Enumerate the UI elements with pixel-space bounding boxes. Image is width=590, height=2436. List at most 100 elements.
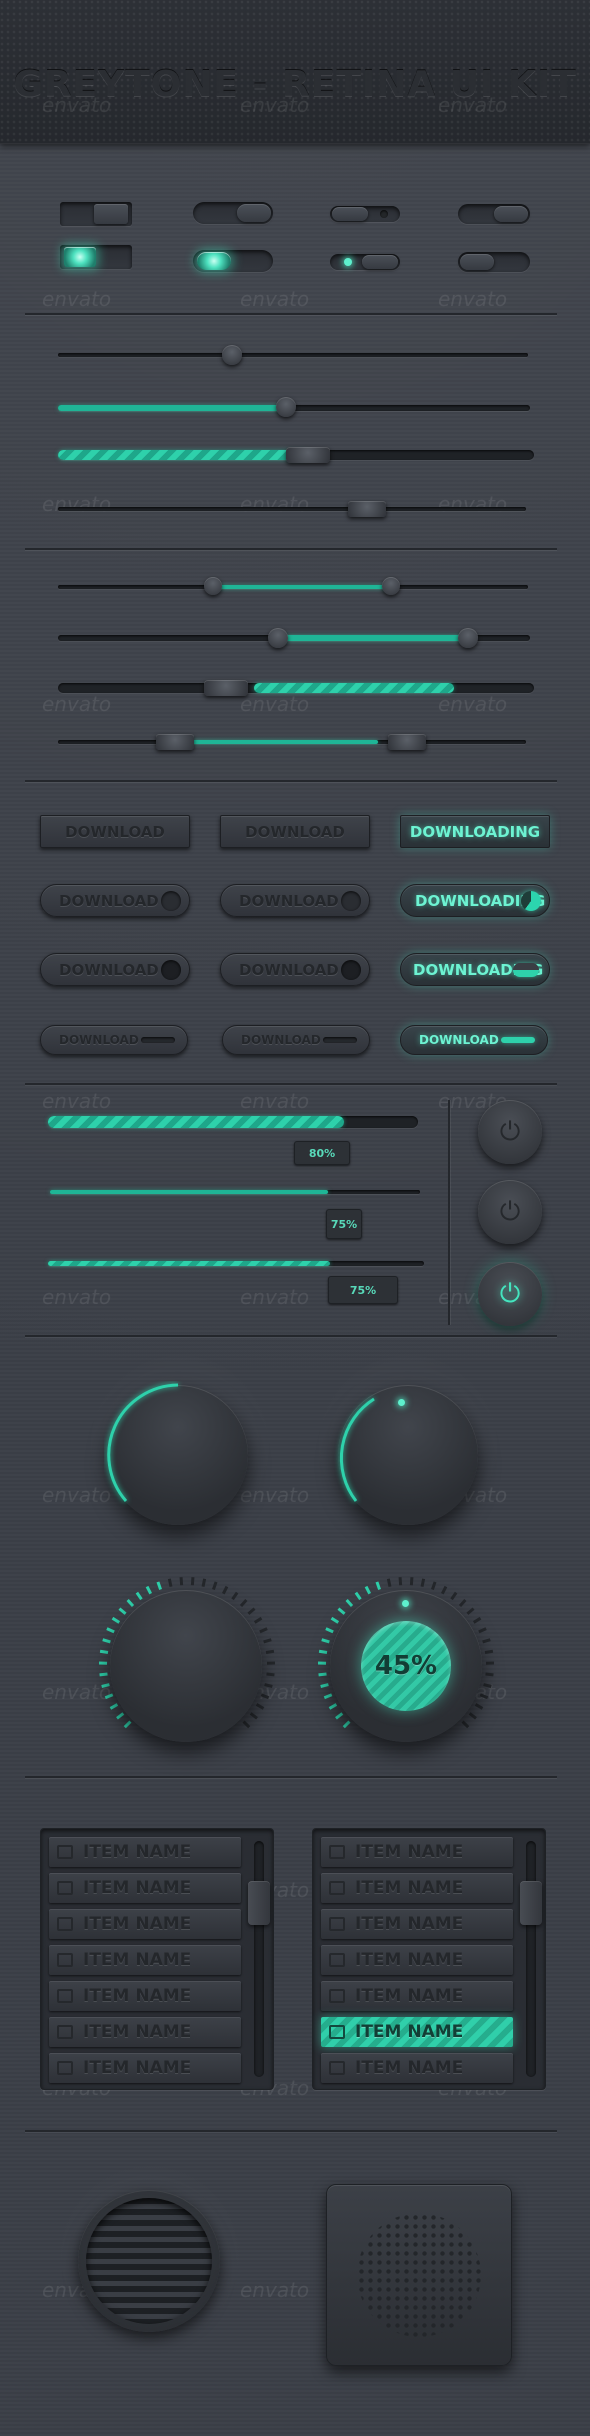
square-icon (57, 2025, 73, 2039)
download-button[interactable]: DOWNLOAD (40, 953, 190, 986)
knob-tick (99, 1672, 108, 1677)
watermark-text: envato (240, 1285, 310, 1309)
slider-thumb[interactable] (286, 447, 330, 463)
range-thumb-low[interactable] (204, 577, 222, 595)
list-item[interactable]: ITEM NAME (49, 2053, 241, 2083)
list-item[interactable]: ITEM NAME (49, 2017, 241, 2047)
list-item[interactable]: ITEM NAME (49, 1837, 241, 1867)
list-item[interactable]: ITEM NAME (49, 1981, 241, 2011)
slider-thumb[interactable] (222, 345, 242, 365)
slider-thumb[interactable] (276, 397, 296, 417)
downloading-button[interactable]: DOWNLOADING (400, 884, 550, 917)
knob-tick (255, 1703, 265, 1710)
progress-indicator-icon (341, 890, 361, 911)
toggle-switch[interactable] (60, 245, 132, 269)
progress-bar-icon (141, 1037, 175, 1043)
toggle-switch[interactable] (193, 250, 273, 272)
knob-tick (484, 1649, 494, 1654)
knob-tick (342, 1720, 351, 1729)
knob-tick (354, 1591, 362, 1601)
rotary-knob[interactable]: 45% (330, 1590, 482, 1742)
toggle-switch[interactable] (193, 202, 273, 224)
list-item[interactable]: ITEM NAME (321, 2053, 513, 2083)
range-thumb-high[interactable] (458, 628, 478, 648)
list-item[interactable]: ITEM NAME (49, 1909, 241, 1939)
rotary-knob[interactable] (110, 1590, 262, 1742)
scroll-thumb[interactable] (248, 1881, 270, 1925)
slider-track[interactable] (58, 501, 526, 517)
toggle-switch[interactable] (330, 206, 400, 222)
knob-tick (190, 1577, 195, 1586)
range-thumb-low[interactable] (204, 680, 248, 696)
knob-tick (106, 1627, 115, 1634)
download-button[interactable]: DOWNLOAD (40, 815, 190, 848)
download-button[interactable]: DOWNLOAD (220, 953, 370, 986)
rotary-knob[interactable] (338, 1385, 478, 1525)
knob-tick (259, 1627, 268, 1634)
knob-tick (431, 1581, 437, 1590)
range-slider-track[interactable] (58, 577, 528, 595)
progress-fill (48, 1116, 344, 1128)
list-item[interactable]: ITEM NAME (321, 1981, 513, 2011)
toggle-switch[interactable] (458, 204, 530, 224)
list-item[interactable]: ITEM NAME (321, 2017, 513, 2047)
download-button[interactable]: DOWNLOAD (220, 884, 370, 917)
knob-tick (479, 1693, 489, 1700)
range-slider-track[interactable] (58, 680, 534, 696)
toggle-switch[interactable] (60, 202, 132, 226)
list-item[interactable]: ITEM NAME (49, 1873, 241, 1903)
download-button[interactable]: DOWNLOAD (220, 815, 370, 848)
knob-tick (325, 1627, 334, 1634)
knob-tick (135, 1591, 143, 1601)
slider-thumb[interactable] (348, 501, 386, 517)
downloading-button[interactable]: DOWNLOADING (400, 953, 550, 986)
download-button[interactable]: DOWNLOAD (400, 1025, 548, 1055)
square-icon (57, 1881, 73, 1895)
toggle-switch[interactable] (458, 252, 530, 272)
list-item[interactable]: ITEM NAME (321, 1909, 513, 1939)
progress-fill (48, 1261, 330, 1266)
knob-tick (231, 1591, 239, 1601)
list-item[interactable]: ITEM NAME (49, 1945, 241, 1975)
knob-arc (107, 1383, 179, 1502)
download-button[interactable]: DOWNLOAD (40, 1025, 188, 1055)
power-button[interactable]: ⏻ (478, 1262, 542, 1326)
download-label: DOWNLOAD (241, 1033, 321, 1047)
knob-tick (386, 1578, 392, 1587)
power-button[interactable]: ⏻ (478, 1100, 542, 1164)
list-item-label: ITEM NAME (355, 1986, 464, 2006)
range-thumb-high[interactable] (382, 577, 400, 595)
power-button[interactable]: ⏻ (478, 1180, 542, 1244)
list-item[interactable]: ITEM NAME (321, 1873, 513, 1903)
knob-tick (126, 1599, 135, 1607)
scrollbar[interactable] (520, 1841, 542, 2077)
list-item-label: ITEM NAME (355, 1878, 464, 1898)
range-thumb-high[interactable] (388, 734, 426, 750)
list-item-label: ITEM NAME (355, 2022, 464, 2042)
slider-track[interactable] (58, 447, 534, 463)
watermark-text: envato (240, 492, 310, 516)
range-thumb-low[interactable] (268, 628, 288, 648)
rotary-knob[interactable] (107, 1383, 248, 1525)
list-item-label: ITEM NAME (83, 1842, 192, 1862)
scroll-thumb[interactable] (520, 1881, 542, 1925)
slider-track[interactable] (58, 345, 528, 365)
download-button[interactable]: DOWNLOAD (222, 1025, 370, 1055)
range-slider-track[interactable] (58, 628, 530, 648)
knob-tick (111, 1616, 121, 1624)
range-slider-track[interactable] (58, 734, 526, 750)
download-button[interactable]: DOWNLOAD (40, 884, 190, 917)
slider-track[interactable] (58, 397, 530, 417)
range-thumb-low[interactable] (156, 734, 194, 750)
list-item[interactable]: ITEM NAME (321, 1945, 513, 1975)
knob-tick (118, 1607, 127, 1615)
scrollbar[interactable] (248, 1841, 270, 2077)
downloading-button[interactable]: DOWNLOADING (400, 815, 550, 848)
knob-tick (318, 1672, 327, 1677)
knob-tick (242, 1720, 251, 1729)
list-item[interactable]: ITEM NAME (321, 1837, 513, 1867)
list-item-label: ITEM NAME (355, 2058, 464, 2078)
status-dot-icon (513, 962, 539, 977)
list-item-label: ITEM NAME (83, 1950, 192, 1970)
toggle-switch[interactable] (330, 254, 400, 270)
